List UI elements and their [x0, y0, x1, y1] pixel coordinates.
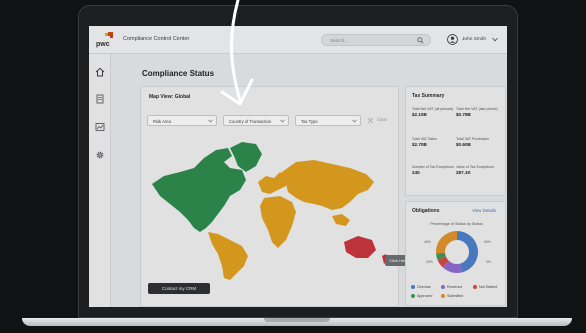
search-box[interactable]: Search... [321, 34, 431, 46]
tax-label: Total VAT Sales [412, 137, 437, 141]
legend-label: Overdue [417, 285, 431, 289]
tax-cell: Total Net VAT (last period) $0.78B [456, 107, 500, 117]
map-title: Map View: Global [149, 94, 191, 100]
user-avatar-icon[interactable] [447, 34, 458, 45]
risk-area-filter[interactable]: Risk Area [147, 115, 217, 126]
tax-value: 287.1K [456, 170, 471, 176]
tax-value: $2.10B [412, 112, 427, 118]
filter-label: Tax Type [301, 118, 318, 124]
tax-cell: Total VAT Purchases $0.60B [456, 137, 500, 147]
tax-label: Value of Tax Exceptions [456, 165, 495, 169]
tick-label: 20% [426, 260, 433, 264]
tick-label: 0% [486, 260, 491, 264]
legend-label: Approved [417, 294, 433, 298]
map-region-africa[interactable] [260, 196, 296, 248]
chevron-down-icon [352, 119, 357, 123]
tax-label: Total Net VAT (all periods) [412, 107, 454, 111]
legend-label: Not Started [479, 285, 498, 289]
tax-label: Total VAT Purchases [456, 137, 489, 141]
legend-swatch [411, 285, 415, 289]
map-region-north-america[interactable] [152, 148, 246, 232]
document-icon[interactable] [95, 94, 105, 104]
hand-drawn-arrow-icon [220, 0, 254, 106]
filter-clear-icon[interactable] [367, 117, 374, 124]
home-icon[interactable] [95, 67, 105, 77]
tax-cell: Value of Tax Exceptions 287.1K [456, 165, 500, 175]
world-map[interactable] [146, 132, 398, 282]
legend-label: Submitted [447, 294, 464, 298]
legend-label: Received [447, 285, 462, 289]
laptop-stage: pwc Compliance Control Center Search... … [0, 0, 586, 333]
legend-swatch [411, 294, 415, 298]
legend-swatch [441, 285, 445, 289]
filter-label: Country of Transaction [229, 118, 272, 124]
chevron-down-icon [208, 119, 213, 123]
donut-slice-submitted[interactable] [436, 231, 457, 254]
tax-cell: Total VAT Sales $2.70B [412, 137, 456, 147]
chart-caption: Percentage of Status by Status [430, 222, 483, 226]
chart-icon[interactable] [95, 122, 105, 132]
legend-swatch [441, 294, 445, 298]
sidebar [89, 54, 111, 307]
legend-item[interactable]: Approved [411, 294, 432, 298]
legend-swatch [473, 285, 477, 289]
tax-value: $2.70B [412, 142, 427, 148]
obligations-panel: Obligations View Details Percentage of S… [405, 201, 506, 306]
chevron-down-icon[interactable] [492, 37, 498, 42]
obligations-title: Obligations [412, 208, 440, 214]
search-input[interactable]: Search... [330, 38, 348, 43]
user-name[interactable]: John Smith [462, 37, 486, 42]
map-region-greenland[interactable] [230, 142, 262, 172]
tax-value: $0.78B [456, 112, 471, 118]
tax-label: Total Net VAT (last period) [456, 107, 498, 111]
laptop-notch [264, 318, 330, 322]
legend-item[interactable]: Received [441, 285, 462, 289]
tax-summary-title: Tax Summary [412, 93, 445, 99]
pwc-logo[interactable]: pwc [95, 32, 115, 48]
map-region-southeast-asia[interactable] [332, 214, 350, 226]
map-region-south-america[interactable] [208, 232, 248, 280]
chevron-down-icon [280, 119, 285, 123]
tax-summary-panel: Tax Summary Total Net VAT (all periods) … [405, 86, 506, 196]
gear-icon[interactable] [95, 150, 105, 160]
tax-type-filter[interactable]: Tax Type [295, 115, 361, 126]
tax-cell: Total Net VAT (all periods) $2.10B [412, 107, 456, 117]
status-donut-chart[interactable] [434, 229, 480, 275]
top-bar: pwc Compliance Control Center Search... … [89, 26, 507, 54]
tick-label: 40% [424, 240, 431, 244]
tax-cell: Number of Tax Exceptions 245 [412, 165, 456, 175]
contact-crm-button[interactable]: Contact my CRM [148, 283, 210, 294]
tax-label: Number of Tax Exceptions [412, 165, 454, 169]
filter-label: Risk Area [153, 118, 171, 124]
clear-filters-link[interactable]: Clear [377, 117, 387, 122]
svg-text:pwc: pwc [96, 41, 110, 48]
map-region-asia[interactable] [282, 160, 374, 210]
map-region-australia[interactable] [344, 236, 376, 258]
tax-value: $0.60B [456, 142, 471, 148]
legend-item[interactable]: Not Started [473, 285, 497, 289]
tick-label: 60% [484, 240, 491, 244]
legend-item[interactable]: Overdue [411, 285, 431, 289]
legend-item[interactable]: Submitted [441, 294, 463, 298]
app-title: Compliance Control Center [123, 36, 190, 42]
country-filter[interactable]: Country of Transaction [223, 115, 289, 126]
search-icon[interactable] [417, 37, 424, 44]
contact-crm-label: Contact my CRM [161, 285, 197, 291]
view-details-link[interactable]: View Details [472, 208, 496, 213]
tax-value: 245 [412, 170, 420, 176]
